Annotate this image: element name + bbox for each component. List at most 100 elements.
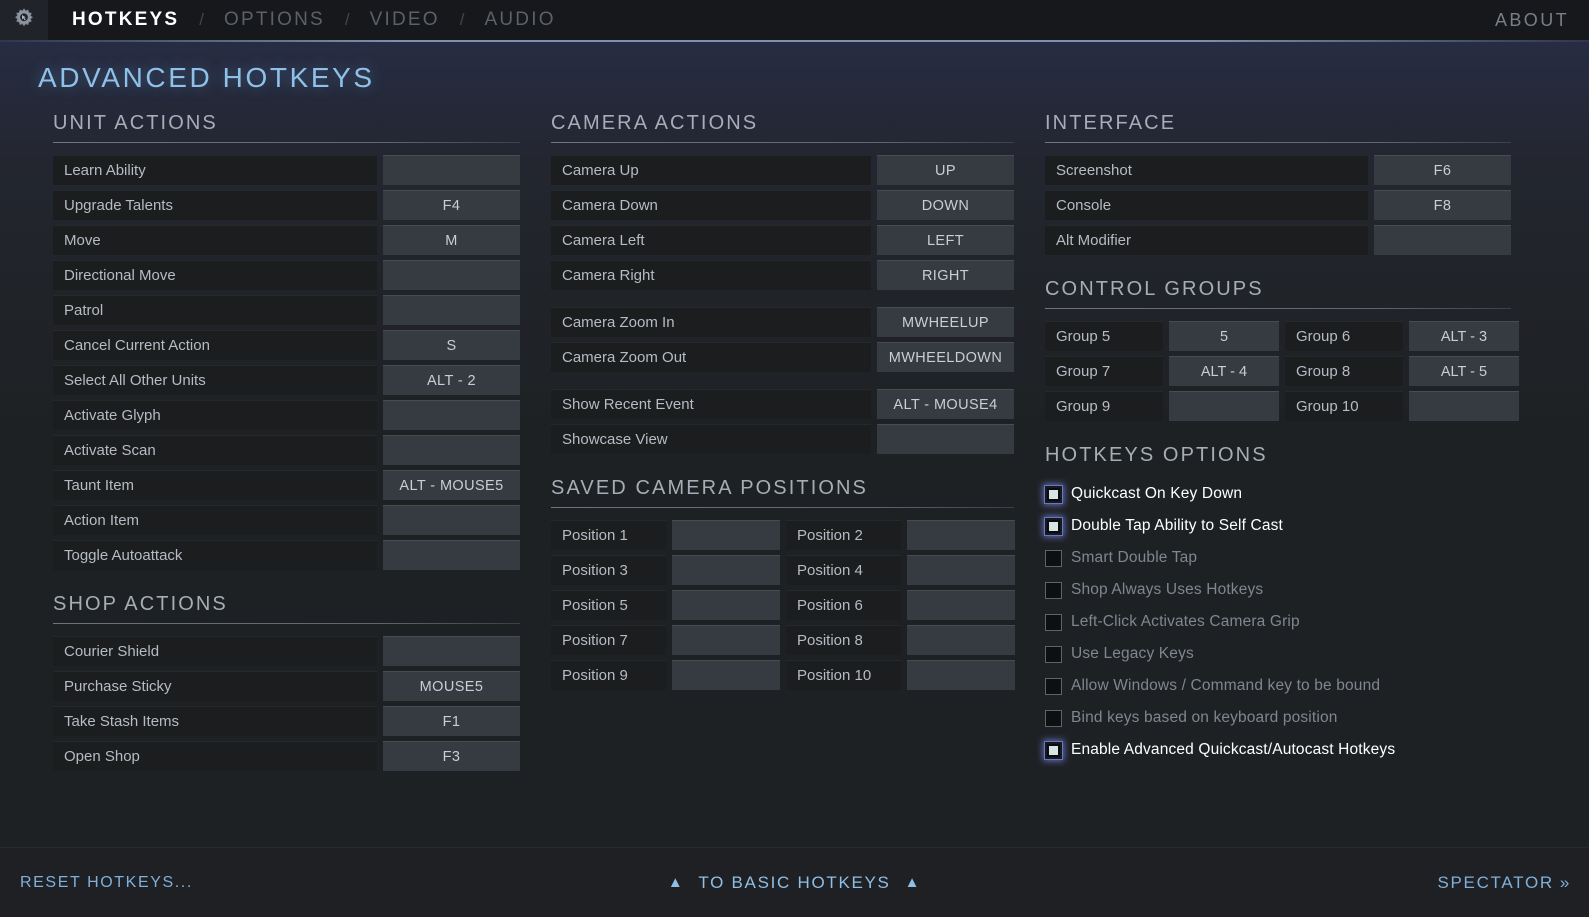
gear-cursor-icon[interactable] [0,0,48,40]
bind-action-label[interactable]: Group 7 [1045,356,1163,386]
bind-action-label[interactable]: Position 10 [786,660,901,690]
bind-action-label[interactable]: Group 8 [1285,356,1403,386]
bind-action-label[interactable]: Move [53,225,377,255]
bind-key-button[interactable] [672,660,780,690]
hotkeys-option-row[interactable]: Left-Click Activates Camera Grip [1045,606,1511,638]
to-basic-hotkeys-button[interactable]: ▲ TO BASIC HOTKEYS ▲ [668,873,921,893]
bind-key-button[interactable] [907,520,1015,550]
bind-key-button[interactable] [1169,391,1279,421]
bind-action-label[interactable]: Group 6 [1285,321,1403,351]
bind-key-button[interactable] [907,555,1015,585]
bind-action-label[interactable]: Position 2 [786,520,901,550]
bind-action-label[interactable]: Purchase Sticky [53,671,377,701]
spectator-button[interactable]: SPECTATOR » [1437,873,1571,893]
bind-action-label[interactable]: Camera Down [551,190,871,220]
tab-hotkeys[interactable]: HOTKEYS [68,9,183,31]
bind-key-button[interactable]: RIGHT [877,260,1014,290]
checkbox-icon[interactable] [1045,582,1062,599]
about-link[interactable]: ABOUT [1495,10,1569,31]
bind-action-label[interactable]: Showcase View [551,424,871,454]
bind-action-label[interactable]: Upgrade Talents [53,190,377,220]
bind-key-button[interactable]: M [383,225,520,255]
bind-key-button[interactable]: ALT - 4 [1169,356,1279,386]
checkbox-icon[interactable] [1045,518,1062,535]
bind-action-label[interactable]: Taunt Item [53,470,377,500]
bind-action-label[interactable]: Position 6 [786,590,901,620]
bind-action-label[interactable]: Activate Scan [53,435,377,465]
bind-action-label[interactable]: Cancel Current Action [53,330,377,360]
bind-key-button[interactable] [1409,391,1519,421]
bind-action-label[interactable]: Position 4 [786,555,901,585]
bind-action-label[interactable]: Camera Left [551,225,871,255]
bind-action-label[interactable]: Position 7 [551,625,666,655]
bind-key-button[interactable]: F6 [1374,155,1511,185]
checkbox-icon[interactable] [1045,486,1062,503]
bind-action-label[interactable]: Screenshot [1045,155,1368,185]
bind-action-label[interactable]: Action Item [53,505,377,535]
checkbox-icon[interactable] [1045,678,1062,695]
bind-key-button[interactable]: ALT - 3 [1409,321,1519,351]
bind-action-label[interactable]: Position 1 [551,520,666,550]
bind-key-button[interactable]: F8 [1374,190,1511,220]
bind-key-button[interactable]: MWHEELDOWN [877,342,1014,372]
bind-action-label[interactable]: Position 5 [551,590,666,620]
bind-action-label[interactable]: Group 10 [1285,391,1403,421]
bind-key-button[interactable] [383,295,520,325]
reset-hotkeys-button[interactable]: RESET HOTKEYS... [20,874,193,892]
bind-key-button[interactable] [672,555,780,585]
checkbox-icon[interactable] [1045,614,1062,631]
bind-key-button[interactable]: LEFT [877,225,1014,255]
bind-key-button[interactable]: MOUSE5 [383,671,520,701]
bind-action-label[interactable]: Open Shop [53,741,377,771]
bind-action-label[interactable]: Show Recent Event [551,389,871,419]
bind-key-button[interactable]: ALT - 5 [1409,356,1519,386]
bind-key-button[interactable]: 5 [1169,321,1279,351]
bind-action-label[interactable]: Directional Move [53,260,377,290]
bind-key-button[interactable] [383,400,520,430]
hotkeys-option-row[interactable]: Use Legacy Keys [1045,638,1511,670]
bind-action-label[interactable]: Console [1045,190,1368,220]
bind-action-label[interactable]: Patrol [53,295,377,325]
hotkeys-option-row[interactable]: Enable Advanced Quickcast/Autocast Hotke… [1045,734,1511,766]
bind-action-label[interactable]: Position 3 [551,555,666,585]
bind-action-label[interactable]: Select All Other Units [53,365,377,395]
bind-key-button[interactable]: ALT - MOUSE4 [877,389,1014,419]
bind-key-button[interactable] [383,540,520,570]
bind-key-button[interactable]: F4 [383,190,520,220]
bind-action-label[interactable]: Position 9 [551,660,666,690]
bind-action-label[interactable]: Position 8 [786,625,901,655]
bind-key-button[interactable] [383,505,520,535]
bind-key-button[interactable] [383,435,520,465]
bind-key-button[interactable] [672,590,780,620]
bind-action-label[interactable]: Group 9 [1045,391,1163,421]
bind-key-button[interactable] [907,660,1015,690]
bind-action-label[interactable]: Group 5 [1045,321,1163,351]
bind-action-label[interactable]: Camera Zoom Out [551,342,871,372]
bind-key-button[interactable]: S [383,330,520,360]
bind-key-button[interactable] [907,590,1015,620]
bind-action-label[interactable]: Toggle Autoattack [53,540,377,570]
hotkeys-option-row[interactable]: Shop Always Uses Hotkeys [1045,574,1511,606]
bind-key-button[interactable] [672,520,780,550]
tab-audio[interactable]: AUDIO [481,9,560,31]
bind-key-button[interactable]: MWHEELUP [877,307,1014,337]
hotkeys-option-row[interactable]: Allow Windows / Command key to be bound [1045,670,1511,702]
hotkeys-option-row[interactable]: Bind keys based on keyboard position [1045,702,1511,734]
bind-action-label[interactable]: Learn Ability [53,155,377,185]
bind-action-label[interactable]: Take Stash Items [53,706,377,736]
bind-key-button[interactable]: UP [877,155,1014,185]
bind-key-button[interactable] [1374,225,1511,255]
bind-key-button[interactable]: ALT - MOUSE5 [383,470,520,500]
checkbox-icon[interactable] [1045,646,1062,663]
bind-key-button[interactable]: F3 [383,741,520,771]
checkbox-icon[interactable] [1045,550,1062,567]
bind-key-button[interactable] [383,636,520,666]
bind-key-button[interactable] [672,625,780,655]
bind-action-label[interactable]: Alt Modifier [1045,225,1368,255]
bind-action-label[interactable]: Camera Zoom In [551,307,871,337]
hotkeys-option-row[interactable]: Smart Double Tap [1045,542,1511,574]
bind-key-button[interactable] [383,260,520,290]
hotkeys-option-row[interactable]: Double Tap Ability to Self Cast [1045,510,1511,542]
bind-key-button[interactable]: ALT - 2 [383,365,520,395]
tab-video[interactable]: VIDEO [366,9,444,31]
